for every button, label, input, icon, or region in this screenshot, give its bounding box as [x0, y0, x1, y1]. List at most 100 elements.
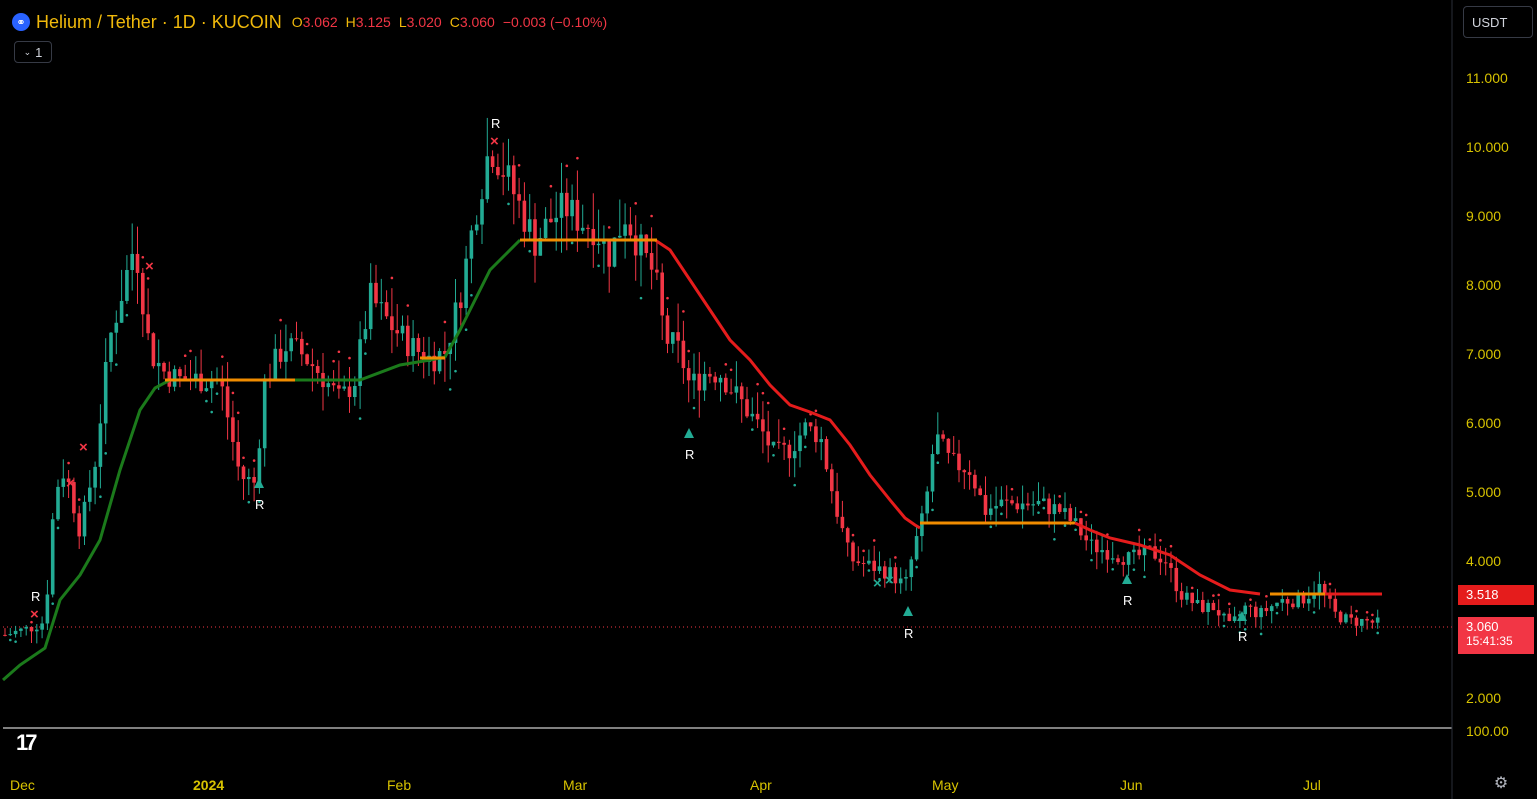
candle [718, 374, 723, 402]
legend-toggle-button[interactable]: ⌄ 1 [14, 41, 52, 63]
candle [384, 290, 389, 319]
supertrend-down-line-2 [1074, 521, 1261, 596]
candle [1195, 588, 1200, 604]
candle [114, 310, 119, 366]
candle [1275, 602, 1279, 615]
candle [941, 430, 945, 442]
candle [1100, 534, 1104, 564]
gear-icon[interactable]: ⚙ [1491, 774, 1511, 794]
candle [867, 549, 871, 572]
candle [904, 569, 908, 591]
candle [300, 331, 304, 366]
last-price-value: 3.060 [1466, 619, 1499, 634]
candle [284, 324, 288, 380]
time-tick-label: Jul [1303, 777, 1321, 793]
candle [1026, 492, 1030, 511]
candle [225, 362, 230, 440]
candle [602, 225, 606, 274]
candle [1010, 487, 1014, 506]
candle [1328, 582, 1332, 609]
candle [40, 616, 44, 639]
candle [93, 461, 97, 505]
high-value: H3.125 [345, 14, 391, 30]
candle [861, 549, 866, 577]
candle [363, 311, 368, 355]
candle [909, 556, 914, 591]
candle [745, 386, 749, 419]
candle [1222, 612, 1226, 628]
candle [1052, 494, 1057, 541]
candle [787, 439, 792, 477]
candle [257, 439, 262, 504]
candle [294, 321, 299, 342]
candle [1073, 506, 1078, 532]
candle [1201, 591, 1205, 614]
candle [8, 627, 13, 642]
candle [565, 164, 569, 251]
candle [925, 486, 929, 523]
candle [374, 264, 378, 308]
price-tick-label: 9.000 [1466, 208, 1501, 224]
time-tick-label: Feb [387, 777, 411, 793]
candle [914, 526, 919, 569]
currency-button[interactable]: USDT [1463, 6, 1533, 38]
candle [379, 278, 384, 320]
candle [580, 204, 585, 235]
candle [649, 214, 654, 290]
cross-marker: × [79, 439, 88, 456]
candle [501, 142, 505, 196]
candle [432, 341, 437, 385]
cross-marker: × [30, 606, 39, 623]
candle [512, 155, 516, 225]
candle [469, 225, 474, 297]
candle [591, 193, 596, 268]
candle [61, 459, 66, 498]
candle [824, 436, 829, 472]
price-tick-label: 4.000 [1466, 553, 1501, 569]
candle [755, 382, 760, 429]
candle [570, 184, 574, 245]
candle [1057, 495, 1062, 514]
candle [1036, 482, 1041, 514]
candle [490, 150, 495, 174]
candle [204, 379, 209, 403]
candle [967, 460, 972, 490]
candle [1185, 586, 1189, 605]
candle [586, 224, 590, 249]
price-tick-label: 2.000 [1466, 690, 1501, 706]
candle [103, 338, 108, 455]
candle [538, 227, 543, 256]
price-tick-label: 8.000 [1466, 277, 1501, 293]
symbol-title[interactable]: Helium / Tether · 1D · KUCOIN [36, 12, 282, 33]
low-value: L3.020 [398, 14, 442, 30]
candle [978, 485, 982, 496]
candle [962, 469, 967, 490]
signal-label: R [904, 626, 913, 641]
candle [1105, 533, 1110, 573]
price-chart[interactable]: ×R××××RRR× ×RRR 11.00010.0009.0008.0007.0… [0, 0, 1537, 799]
candle [209, 370, 214, 414]
candle [1349, 605, 1353, 625]
price-tick-label: 11.000 [1466, 70, 1508, 86]
price-tick-label: 6.000 [1466, 415, 1501, 431]
candle [1375, 609, 1380, 635]
candle [660, 263, 664, 341]
candle [1015, 496, 1020, 514]
candle [273, 334, 278, 381]
cross-marker: × [66, 475, 75, 492]
candle [331, 359, 336, 392]
price-tick-label: 7.000 [1466, 346, 1501, 362]
candle [146, 277, 150, 341]
candle [898, 567, 903, 594]
candle [172, 365, 177, 392]
candle [1232, 606, 1237, 623]
candle [88, 470, 92, 512]
candle [135, 226, 140, 304]
candle [681, 310, 686, 384]
candle [236, 411, 240, 481]
candle [808, 412, 813, 432]
candle [1365, 610, 1369, 630]
tradingview-logo-icon[interactable]: 17 [16, 730, 38, 756]
candle [1158, 538, 1163, 575]
candle [358, 321, 362, 420]
